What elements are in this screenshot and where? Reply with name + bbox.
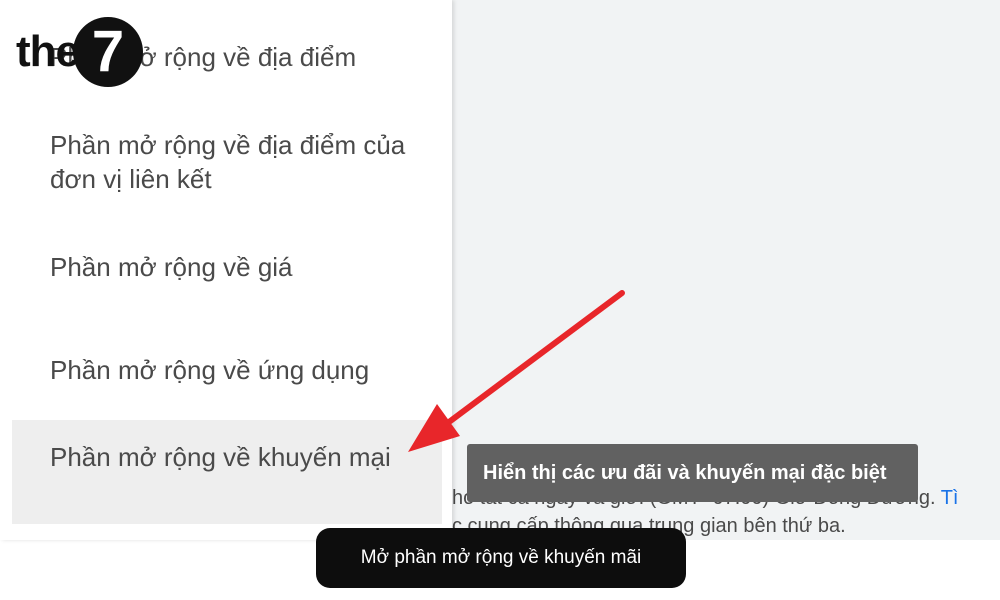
menu-item-app-extension[interactable]: Phần mở rộng về ứng dụng [12,353,442,387]
promotion-tooltip: Hiển thị các ưu đãi và khuyến mại đặc bi… [467,444,918,502]
logo-word: the [16,27,80,76]
caption-banner: Mở phần mở rộng về khuyến mãi [316,528,686,588]
menu-item-affiliate-location-extension[interactable]: Phần mở rộng về địa điểm của đơn vị liên… [12,128,442,196]
the7-logo: the 7 [16,16,143,88]
learn-more-link[interactable]: Tì [941,487,959,509]
menu-item-promotion-extension[interactable]: Phần mở rộng về khuyến mại [12,420,442,524]
logo-badge: 7 [73,17,143,87]
menu-item-price-extension[interactable]: Phần mở rộng về giá [12,250,442,284]
